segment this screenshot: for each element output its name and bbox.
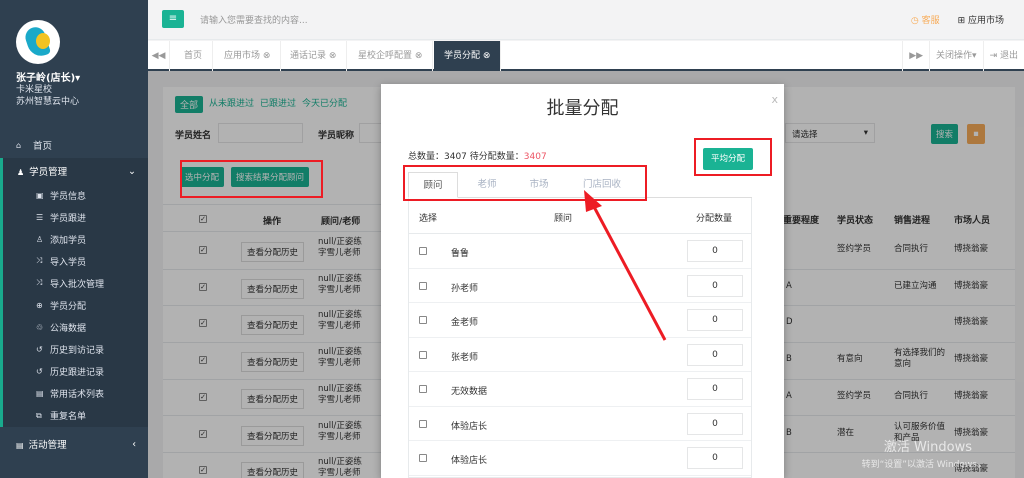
windows-watermark: 激活 Windows <box>883 440 972 455</box>
annotation-arrow-icon <box>584 190 667 341</box>
windows-watermark-sub: 转到“设置”以激活 Windows。 <box>861 460 986 470</box>
